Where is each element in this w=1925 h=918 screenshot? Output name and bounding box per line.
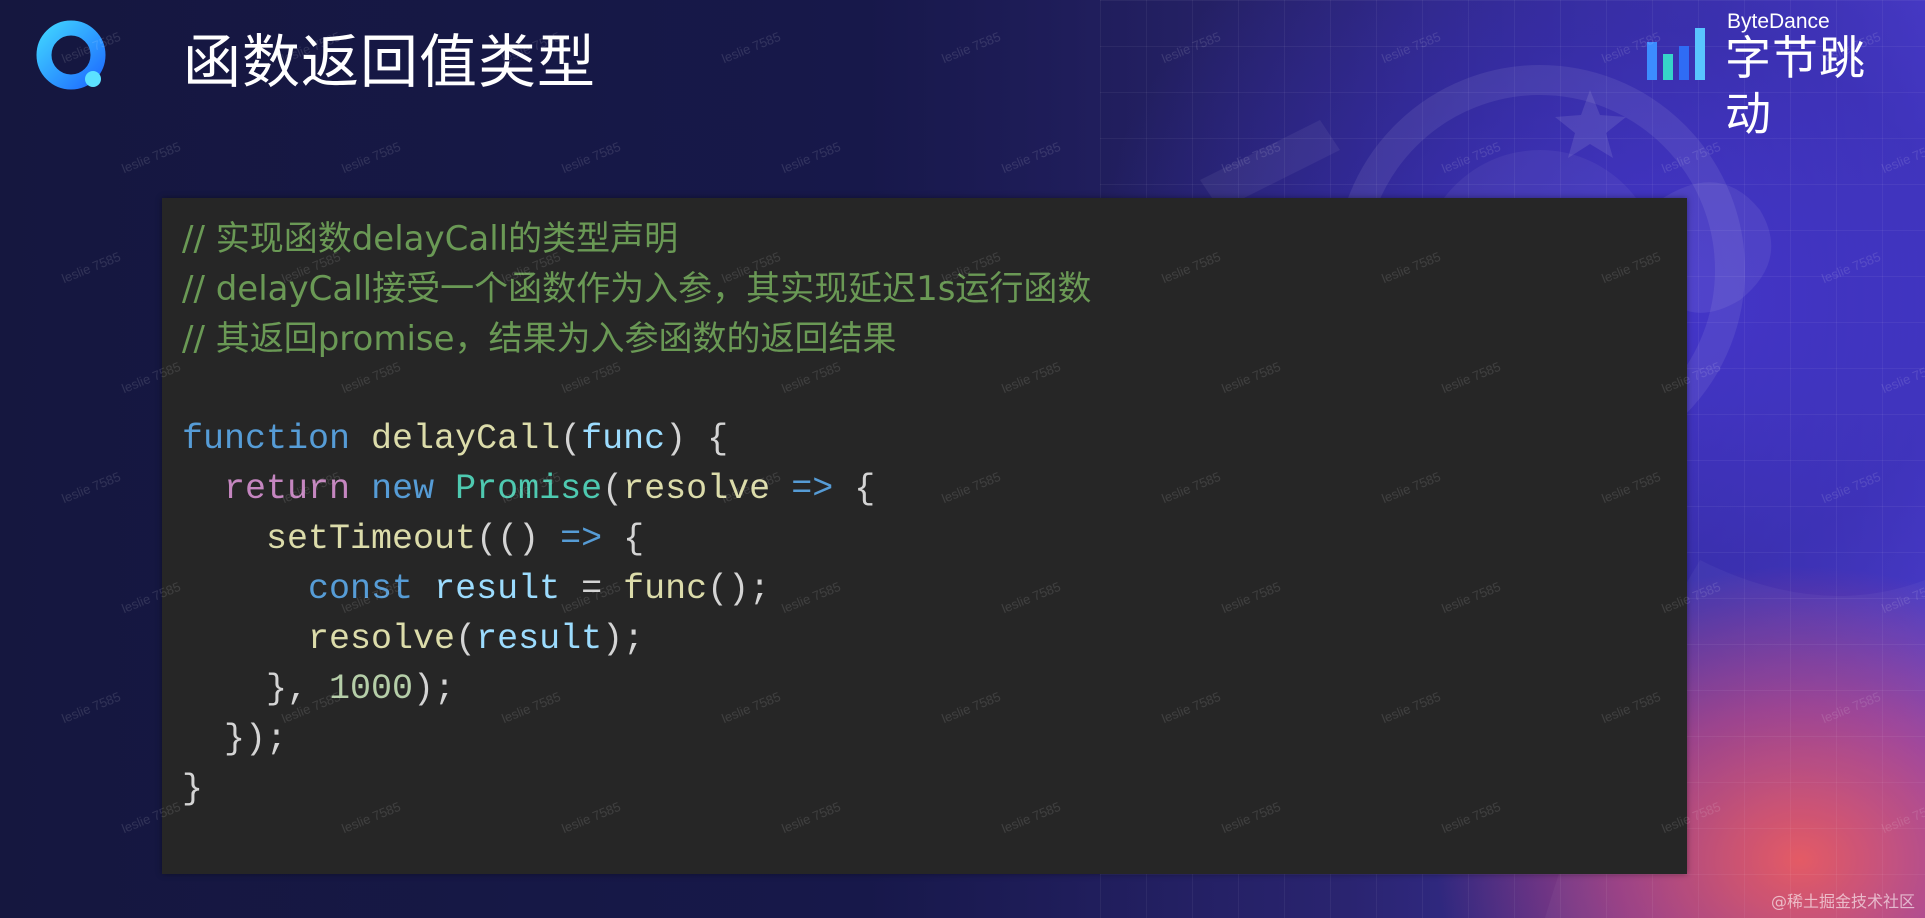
code-function-name: delayCall [371,419,561,459]
code-variable: result [476,619,603,659]
code-function-call: resolve [308,619,456,659]
page-title: 函数返回值类型 [183,28,597,96]
code-keyword: new [371,469,435,509]
code-comment: // delayCall接受一个函数作为入参，其实现延迟1s运行函数 [182,269,1092,309]
code-line: setTimeout(() => { [266,519,645,559]
code-line: }); [182,719,288,759]
code-line: function delayCall(func) { [182,419,729,459]
code-keyword: function [182,419,351,459]
code-param: func [581,419,666,459]
code-comment: // 其返回promise，结果为入参函数的返回结果 [182,319,897,359]
brand-name-cn: 字节跳动 [1725,31,1866,141]
code-arrow: => [791,469,834,509]
code-line: resolve(result); [308,619,645,659]
code-arrow: => [560,519,603,559]
code-block: // 实现函数delayCall的类型声明 // delayCall接受一个函数… [162,198,1687,874]
code-line: } [182,769,204,809]
code-line: }, 1000); [182,669,456,709]
code-function-call: func [623,569,708,609]
source-credit: @稀土掘金技术社区 [1770,892,1915,911]
code-variable: result [434,569,561,609]
code-line: return new Promise(resolve => { [224,469,876,509]
code-comment: // 实现函数delayCall的类型声明 [182,219,679,259]
code-function-call: setTimeout [266,519,477,559]
